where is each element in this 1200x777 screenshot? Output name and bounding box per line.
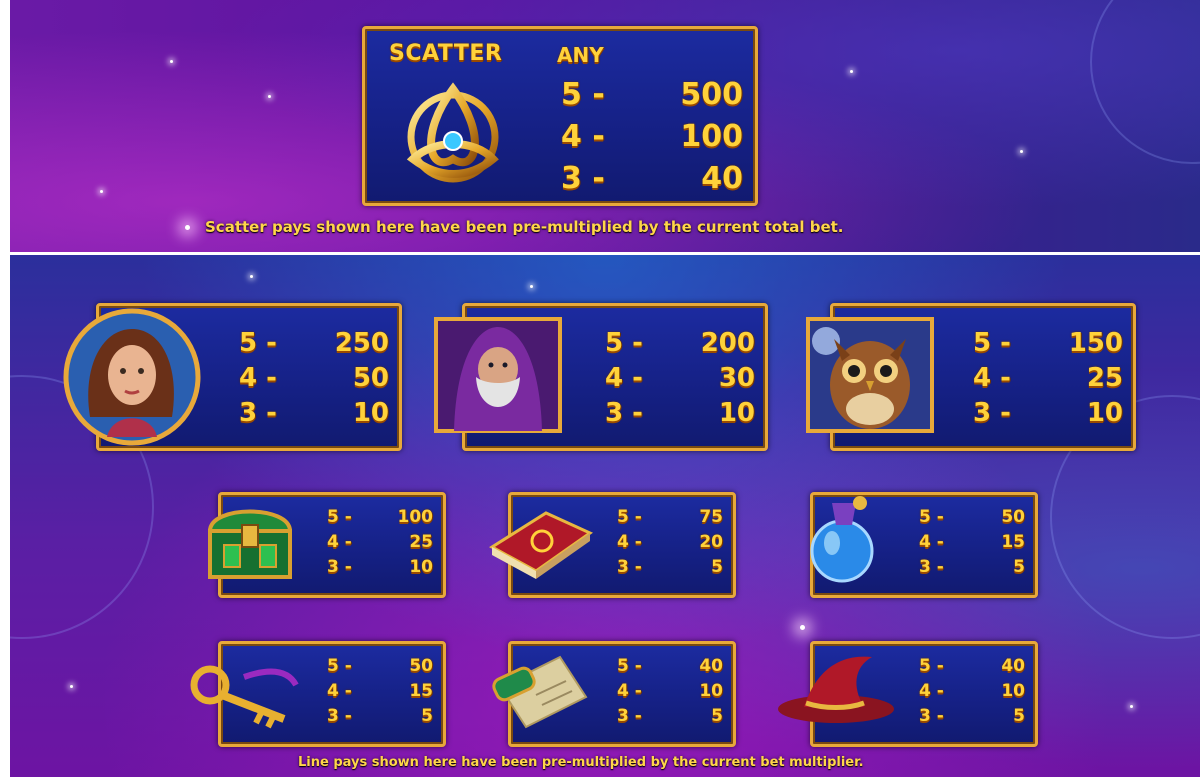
pay-count: 4 - [327, 532, 352, 552]
line-paytable-section: 5 - 250 4 - 50 3 - 10 5 - 200 4 - 30 3 - 10 5 … [10, 255, 1200, 777]
pay-count: 3 - [617, 557, 642, 577]
pay-count: 4 - [239, 363, 277, 393]
pay-value: 5 [1013, 706, 1025, 726]
pay-value: 40 [699, 656, 723, 676]
pay-count: 4 - [561, 119, 605, 154]
sparkle-decoration [70, 685, 73, 688]
pay-value: 40 [1001, 656, 1025, 676]
pay-count: 3 - [973, 398, 1011, 428]
pay-count: 3 - [327, 557, 352, 577]
pay-count: 5 - [327, 656, 352, 676]
pay-value: 200 [700, 328, 755, 358]
pay-value: 500 [680, 77, 743, 112]
sparkle-decoration [250, 275, 253, 278]
pay-count: 5 - [605, 328, 643, 358]
pay-count: 5 - [327, 507, 352, 527]
pay-count: 4 - [605, 363, 643, 393]
triquetra-scatter-icon [399, 79, 507, 189]
sparkle-decoration [850, 70, 853, 73]
pay-value: 50 [352, 363, 389, 393]
pay-value: 5 [711, 557, 723, 577]
pay-value: 30 [718, 363, 755, 393]
sparkle-decoration [530, 285, 533, 288]
scatter-title: SCATTER [389, 41, 503, 66]
pay-value: 50 [1001, 507, 1025, 527]
pay-value: 100 [397, 507, 434, 527]
pay-count: 4 - [327, 681, 352, 701]
pay-count: 5 - [919, 507, 944, 527]
sparkle-decoration [268, 95, 271, 98]
scatter-pay-box: SCATTER ANY 5 - 500 4 - 100 3 - 40 [362, 26, 758, 206]
scatter-note: Scatter pays shown here have been pre-mu… [205, 218, 844, 236]
sorceress-portrait-icon [62, 307, 202, 447]
pay-count: 5 - [617, 656, 642, 676]
pay-value: 10 [1086, 398, 1123, 428]
pay-value: 10 [1001, 681, 1025, 701]
pay-count: 4 - [617, 532, 642, 552]
pay-count: 3 - [605, 398, 643, 428]
pay-value: 10 [718, 398, 755, 428]
pay-value: 75 [699, 507, 723, 527]
treasure-chest-icon [202, 495, 298, 585]
pay-count: 5 - [973, 328, 1011, 358]
pay-count: 3 - [919, 557, 944, 577]
pay-value: 25 [1086, 363, 1123, 393]
astrolabe-decoration [1090, 0, 1200, 164]
sparkle-decoration [170, 60, 173, 63]
sparkle-decoration [800, 625, 805, 630]
sparkle-decoration [100, 190, 103, 193]
any-label: ANY [557, 43, 604, 67]
potion-bottle-icon [796, 493, 886, 585]
spell-book-icon [486, 499, 596, 581]
pay-value: 10 [699, 681, 723, 701]
owl-icon [806, 317, 934, 433]
sparkle-decoration [1020, 150, 1023, 153]
pay-count: 4 - [617, 681, 642, 701]
pay-count: 3 - [919, 706, 944, 726]
pay-value: 250 [334, 328, 389, 358]
scroll-icon [490, 647, 596, 733]
pay-count: 3 - [239, 398, 277, 428]
pay-count: 5 - [239, 328, 277, 358]
golden-key-icon [184, 663, 308, 729]
pay-count: 5 - [617, 507, 642, 527]
pay-count: 3 - [561, 161, 605, 196]
pay-count: 3 - [617, 706, 642, 726]
pay-value: 40 [701, 161, 743, 196]
pay-value: 150 [1068, 328, 1123, 358]
pay-value: 10 [352, 398, 389, 428]
pay-value: 20 [699, 532, 723, 552]
wizard-hat-icon [774, 647, 898, 727]
pay-value: 5 [711, 706, 723, 726]
pay-count: 3 - [327, 706, 352, 726]
line-pays-note: Line pays shown here have been pre-multi… [298, 755, 864, 770]
sparkle-decoration [1130, 705, 1133, 708]
pay-count: 5 - [919, 656, 944, 676]
pay-value: 25 [409, 532, 433, 552]
pay-value: 5 [421, 706, 433, 726]
pay-value: 15 [1001, 532, 1025, 552]
pay-count: 4 - [919, 681, 944, 701]
pay-value: 5 [1013, 557, 1025, 577]
scatter-paytable-section: SCATTER ANY 5 - 500 4 - 100 3 - 40 Scatt… [10, 0, 1200, 252]
wizard-portrait-icon [434, 317, 562, 433]
pay-count: 5 - [561, 77, 605, 112]
sparkle-decoration [185, 225, 190, 230]
pay-count: 4 - [973, 363, 1011, 393]
pay-value: 10 [409, 557, 433, 577]
pay-value: 15 [409, 681, 433, 701]
pay-value: 100 [680, 119, 743, 154]
pay-count: 4 - [919, 532, 944, 552]
pay-value: 50 [409, 656, 433, 676]
